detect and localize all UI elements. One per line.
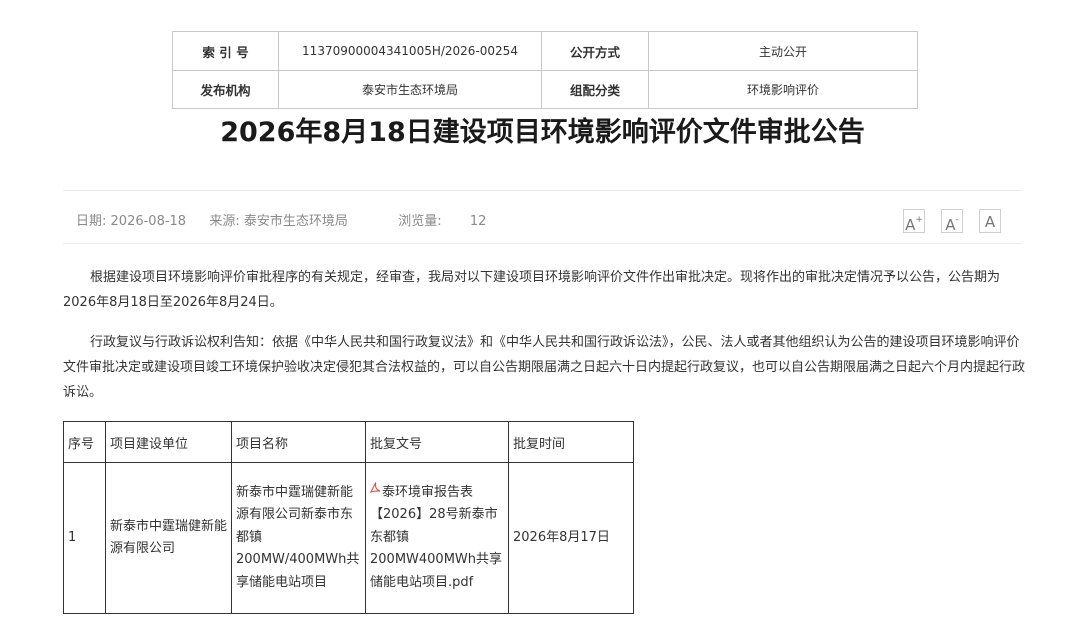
source-value: 泰安市生态环境局 [243,214,348,229]
source-label: 来源: [209,214,240,229]
page-title: 2026年8月18日建设项目环境影响评价文件审批公告 [220,117,865,148]
category-label: 组配分类 [541,70,649,109]
divider [63,243,1022,244]
cell-no: 1 [63,462,106,614]
category-value: 环境影响评价 [648,70,918,109]
col-header-name: 项目名称 [231,421,366,463]
date-label: 日期: [76,214,107,229]
article-info-bar: 日期: 2026-08-18 来源: 泰安市生态环境局 浏览量: 12 [76,210,486,229]
disclosure-value: 主动公开 [648,31,918,71]
date-value: 2026-08-18 [110,214,187,229]
project-table: 序号 项目建设单位 项目名称 批复文号 批复时间 1 新泰市中霆瑞健新能源有限公… [63,421,634,614]
cell-approval-date: 2026年8月17日 [508,462,634,614]
cell-unit: 新泰市中霆瑞健新能源有限公司 [105,462,232,614]
cell-approval-doc: 泰环境审报告表【2026】28号新泰市东都镇200MW400MWh共享储能电站项… [365,462,509,614]
pdf-icon [369,479,381,493]
publisher-value: 泰安市生态环境局 [278,70,542,109]
approval-doc-link[interactable]: 泰环境审报告表【2026】28号新泰市东都镇200MW400MWh共享储能电站项… [370,485,502,590]
font-increase-button[interactable]: A+ [903,209,925,234]
col-header-unit: 项目建设单位 [105,421,232,463]
body-paragraph-2: 行政复议与行政诉讼权利告知：依据《中华人民共和国行政复议法》和《中华人民共和国行… [63,335,1026,400]
col-header-doc: 批复文号 [365,421,509,463]
cell-name: 新泰市中霆瑞健新能源有限公司新泰市东都镇200MW/400MWh共享储能电站项目 [231,462,366,614]
table-row: 1 新泰市中霆瑞健新能源有限公司 新泰市中霆瑞健新能源有限公司新泰市东都镇200… [63,462,634,614]
index-label: 索 引 号 [172,31,279,71]
views-value: 12 [469,214,487,229]
col-header-no: 序号 [63,421,106,463]
views-label: 浏览量: [398,214,442,229]
font-reset-button[interactable]: A [979,209,1001,233]
body-paragraph-1: 根据建设项目环境影响评价审批程序的有关规定，经审查，我局对以下建设项目环境影响评… [63,270,1001,310]
meta-info-table: 索 引 号 11370900004341005H/2026-00254 公开方式… [172,31,918,109]
font-decrease-button[interactable]: A- [941,209,963,234]
col-header-date: 批复时间 [508,421,634,463]
index-value: 11370900004341005H/2026-00254 [278,31,542,71]
divider [63,190,1022,191]
disclosure-label: 公开方式 [541,31,649,71]
table-header-row: 序号 项目建设单位 项目名称 批复文号 批复时间 [63,421,634,463]
publisher-label: 发布机构 [172,70,279,109]
